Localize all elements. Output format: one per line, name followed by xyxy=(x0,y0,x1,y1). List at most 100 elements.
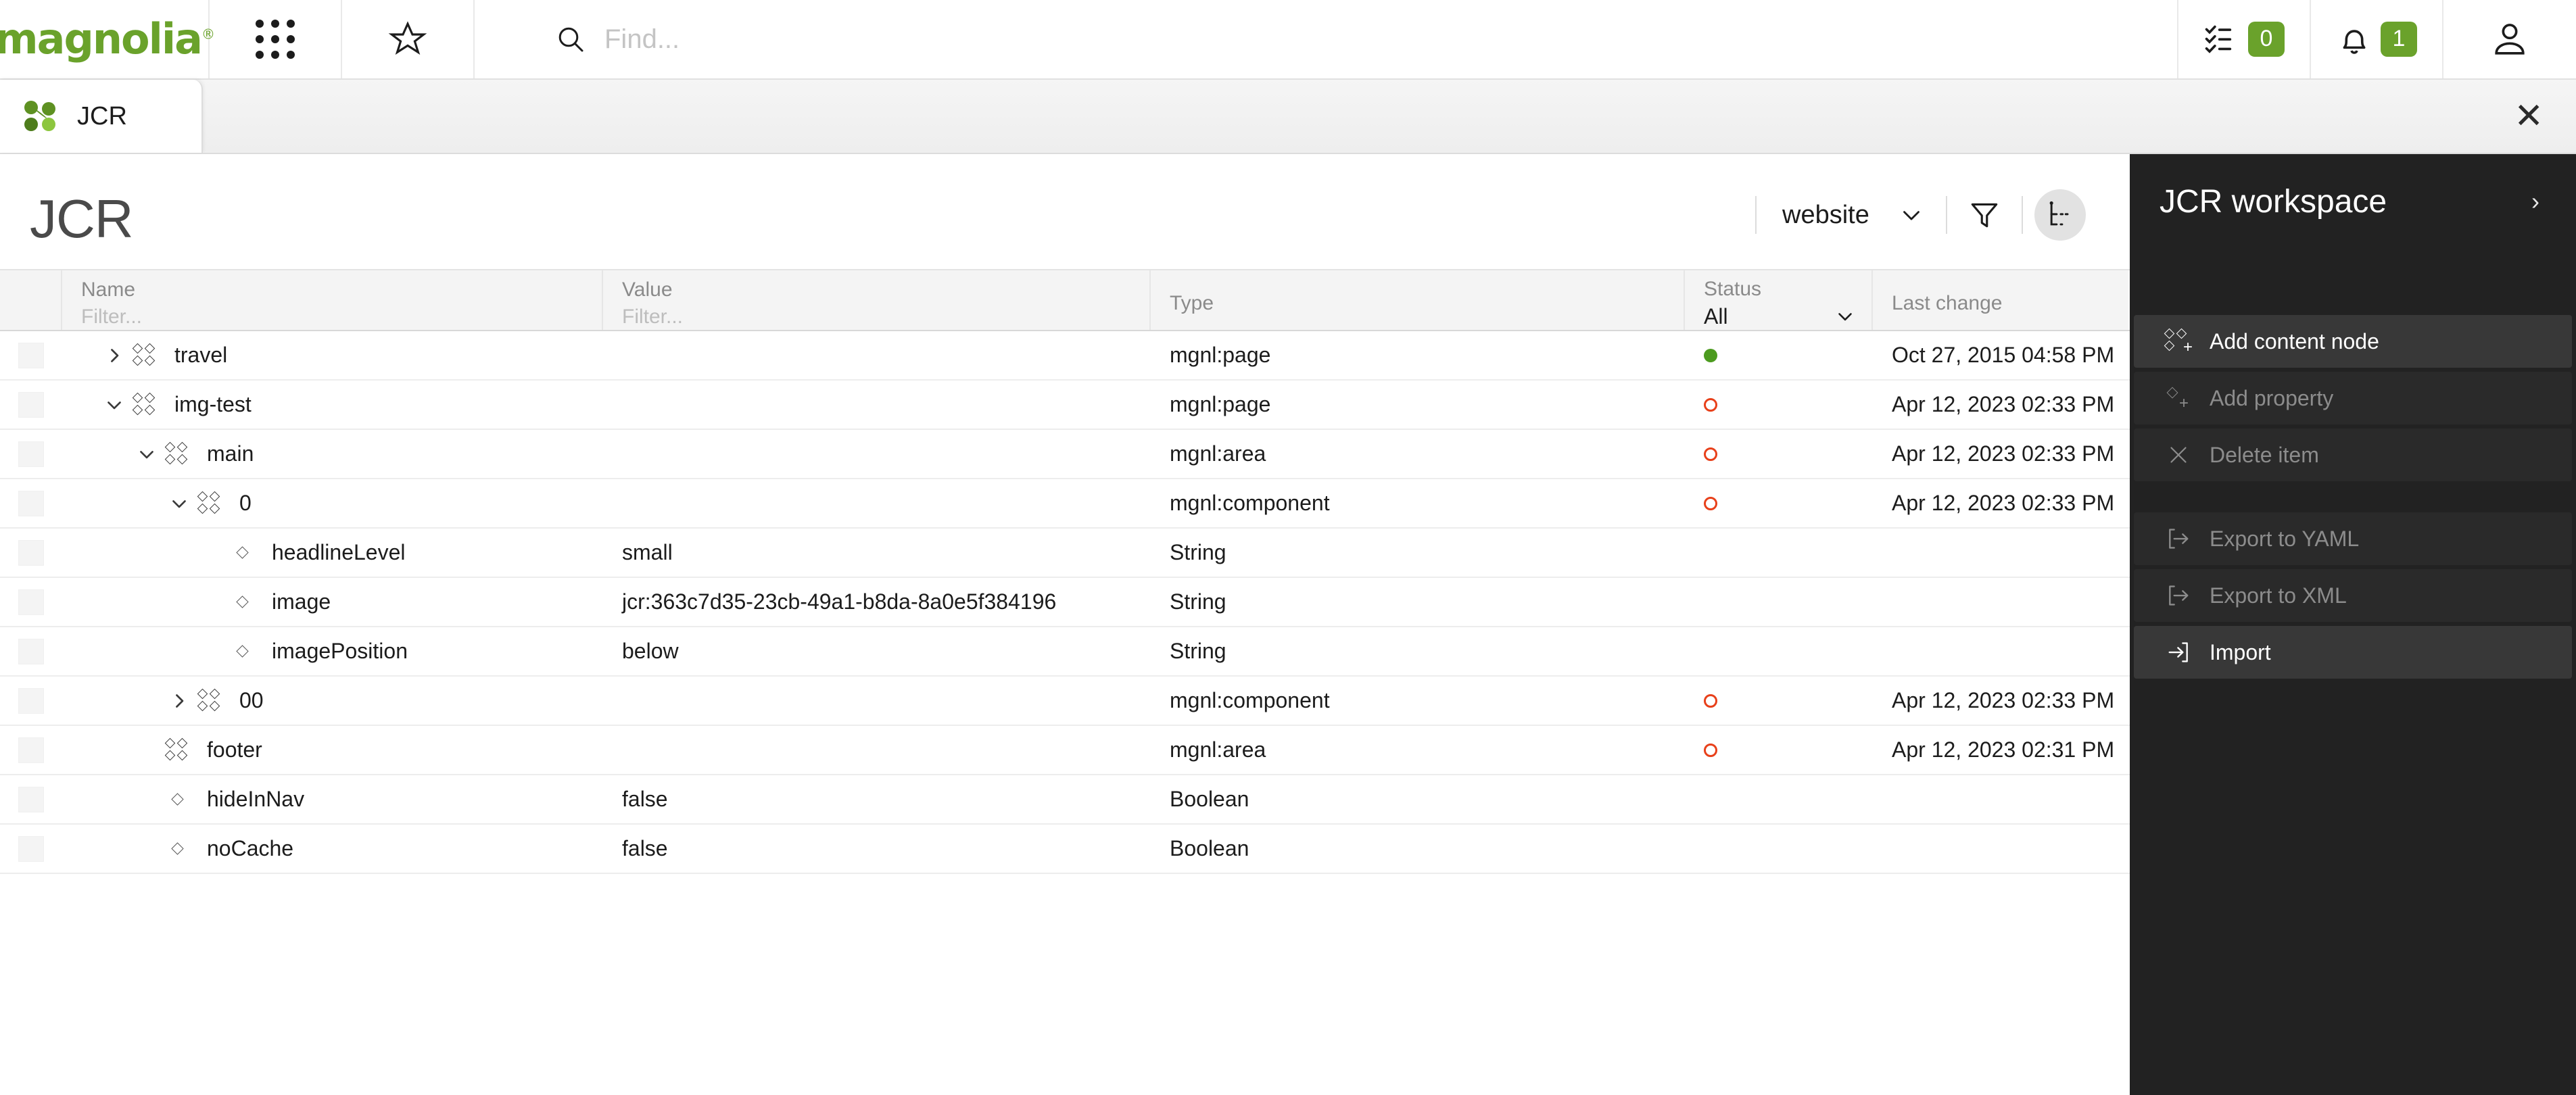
apps-launcher-button[interactable] xyxy=(210,0,342,78)
workspace-select[interactable]: website xyxy=(1757,201,1946,230)
table-row[interactable]: image jcr:363c7d35-23cb-49a1-b8da-8a0e5f3… xyxy=(0,578,2130,627)
row-last-change-label: Apr 12, 2023 02:33 PM xyxy=(1892,392,2115,416)
cell-type: mgnl:page xyxy=(1151,381,1685,429)
node-type-icon-wrap xyxy=(162,842,192,855)
status-filter-select[interactable]: All xyxy=(1704,304,1871,329)
expand-toggle-collapsed[interactable] xyxy=(164,685,195,716)
apps-grid-icon xyxy=(256,20,295,59)
cell-type: mgnl:area xyxy=(1151,726,1685,774)
expand-toggle-expanded[interactable] xyxy=(99,389,130,420)
node-type-icon-wrap xyxy=(227,645,257,658)
status-badge-modified xyxy=(1704,447,1717,461)
tasks-button[interactable]: 0 xyxy=(2178,0,2311,78)
action-delete-item: Delete item xyxy=(2134,429,2572,481)
row-checkbox[interactable] xyxy=(18,786,44,812)
tab-jcr[interactable]: JCR xyxy=(0,80,203,153)
close-icon[interactable]: ✕ xyxy=(2514,99,2544,134)
magnolia-logo[interactable]: magnolia® xyxy=(0,0,215,78)
column-header-last-change[interactable]: Last change xyxy=(1873,270,2128,330)
row-checkbox[interactable] xyxy=(18,391,44,418)
chevron-right-icon[interactable]: › xyxy=(2531,189,2539,214)
value-filter-input[interactable]: Filter... xyxy=(622,306,1149,329)
name-filter-input[interactable]: Filter... xyxy=(81,306,602,329)
table-row[interactable]: img-test mgnl:page Apr 12, 2023 02:33 PM xyxy=(0,381,2130,430)
notifications-button[interactable]: 1 xyxy=(2311,0,2443,78)
filter-button[interactable] xyxy=(1947,189,2022,241)
table-row[interactable]: 0 mgnl:component Apr 12, 2023 02:33 PM xyxy=(0,479,2130,529)
row-type-label: mgnl:page xyxy=(1170,392,1271,416)
row-checkbox[interactable] xyxy=(18,441,44,467)
property-icon xyxy=(170,842,184,855)
node-type-icon-wrap xyxy=(195,491,224,515)
cell-last-change xyxy=(1873,627,2128,675)
star-icon xyxy=(388,21,427,55)
favorites-button[interactable] xyxy=(342,0,475,78)
column-label-value: Value xyxy=(622,278,673,301)
cell-last-change: Oct 27, 2015 04:58 PM xyxy=(1873,331,2128,379)
row-checkbox[interactable] xyxy=(18,835,44,862)
tree-view-icon xyxy=(2049,201,2069,226)
row-type-label: String xyxy=(1170,540,1226,564)
table-row[interactable]: 00 mgnl:component Apr 12, 2023 02:33 PM xyxy=(0,677,2130,726)
action-label: Import xyxy=(2210,639,2271,664)
search-input[interactable]: Find... xyxy=(604,24,679,55)
action-icon-wrap xyxy=(2154,443,2203,467)
content-node-icon xyxy=(164,441,189,466)
cell-name: footer xyxy=(62,726,603,774)
action-icon-wrap xyxy=(2154,583,2203,608)
column-header-name[interactable]: Name Filter... xyxy=(62,270,603,330)
cell-last-change: Apr 12, 2023 02:33 PM xyxy=(1873,479,2128,527)
chevron-down-icon xyxy=(140,450,153,458)
row-type-label: mgnl:component xyxy=(1170,491,1330,515)
cell-last-change xyxy=(1873,825,2128,873)
search-bar[interactable]: Find... xyxy=(475,0,2178,78)
row-checkbox[interactable] xyxy=(18,342,44,368)
row-checkbox[interactable] xyxy=(18,687,44,714)
column-header-value[interactable]: Value Filter... xyxy=(603,270,1151,330)
chevron-right-icon xyxy=(176,694,184,708)
action-panel-header: JCR workspace › xyxy=(2130,154,2576,249)
user-menu-button[interactable] xyxy=(2443,0,2576,78)
logo-text: magnolia xyxy=(0,14,203,64)
table-row[interactable]: hideInNav false Boolean xyxy=(0,775,2130,825)
chevron-down-icon xyxy=(108,401,121,409)
column-label-name: Name xyxy=(81,278,136,301)
chevron-right-icon xyxy=(111,348,119,362)
action-import[interactable]: Import xyxy=(2134,626,2572,679)
cell-status xyxy=(1685,775,1873,823)
table-row[interactable]: imagePosition below String xyxy=(0,627,2130,677)
cell-type: Boolean xyxy=(1151,825,1685,873)
row-checkbox[interactable] xyxy=(18,737,44,763)
column-header-status[interactable]: Status All xyxy=(1685,270,1873,330)
expand-toggle-collapsed[interactable] xyxy=(99,340,130,371)
table-body: travel mgnl:page Oct 27, 2015 04:58 PM img-… xyxy=(0,331,2130,874)
action-icon-wrap xyxy=(2154,639,2203,665)
expand-toggle-expanded[interactable] xyxy=(164,488,195,519)
column-label-last-change: Last change xyxy=(1892,291,2003,314)
action-add-content-node[interactable]: + Add content node xyxy=(2134,315,2572,368)
row-checkbox-cell xyxy=(0,479,62,527)
expand-toggle-expanded[interactable] xyxy=(131,439,162,470)
action-label: Delete item xyxy=(2210,442,2319,467)
add-content-node-icon: + xyxy=(2164,328,2193,356)
cell-last-change xyxy=(1873,578,2128,626)
table-row[interactable]: main mgnl:area Apr 12, 2023 02:33 PM xyxy=(0,430,2130,479)
table-header: Name Filter... Value Filter... Type Stat… xyxy=(0,269,2130,331)
row-checkbox[interactable] xyxy=(18,490,44,516)
tree-view-button[interactable] xyxy=(2023,189,2097,241)
cell-value: false xyxy=(603,825,1151,873)
row-checkbox[interactable] xyxy=(18,638,44,664)
row-checkbox[interactable] xyxy=(18,589,44,615)
table-row[interactable]: noCache false Boolean xyxy=(0,825,2130,874)
cell-value xyxy=(603,331,1151,379)
table-row[interactable]: footer mgnl:area Apr 12, 2023 02:31 PM xyxy=(0,726,2130,775)
cell-value: false xyxy=(603,775,1151,823)
bell-icon xyxy=(2343,30,2365,54)
column-header-type[interactable]: Type xyxy=(1151,270,1685,330)
table-row[interactable]: headlineLevel small String xyxy=(0,529,2130,578)
column-label-type: Type xyxy=(1170,291,1214,314)
row-name-label: noCache xyxy=(207,836,294,860)
row-name-label: img-test xyxy=(174,392,252,416)
row-checkbox[interactable] xyxy=(18,539,44,566)
table-row[interactable]: travel mgnl:page Oct 27, 2015 04:58 PM xyxy=(0,331,2130,381)
